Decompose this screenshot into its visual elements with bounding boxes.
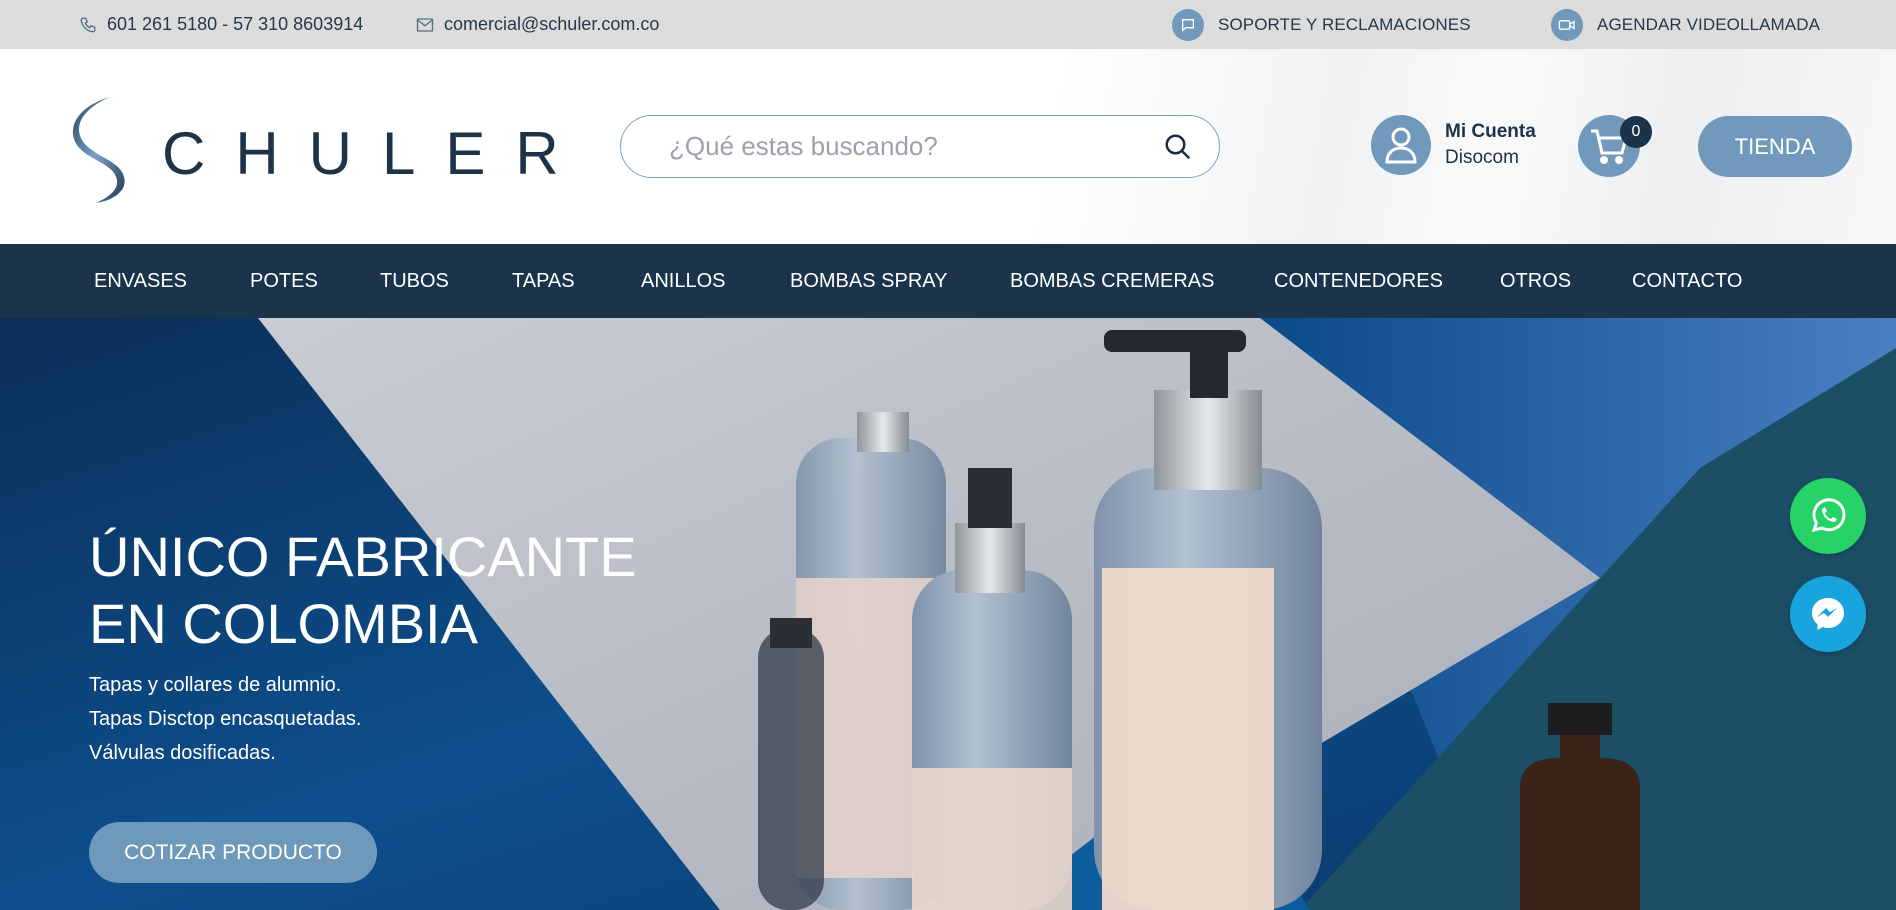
hero-features: Tapas y collares de alumnio. Tapas Disct… [89, 668, 361, 770]
phone-contact[interactable]: 601 261 5180 - 57 310 8603914 [79, 0, 363, 49]
site-header: CHULER Mi Cuenta Disocom 0 TIENDA [0, 49, 1896, 244]
nav-item-tubos[interactable]: TUBOS [380, 244, 449, 318]
support-link[interactable]: SOPORTE Y RECLAMACIONES [1172, 0, 1471, 49]
video-call-label: AGENDAR VIDEOLLAMADA [1597, 14, 1821, 34]
hero-feature-line: Tapas Disctop encasquetadas. [89, 708, 362, 730]
account-link[interactable]: Mi Cuenta Disocom [1371, 115, 1536, 175]
nav-item-otros[interactable]: OTROS [1500, 244, 1571, 318]
logo-s-mark [72, 97, 125, 203]
whatsapp-button[interactable] [1790, 478, 1866, 554]
hero-feature-line: Tapas y collares de alumnio. [89, 674, 342, 696]
nav-item-bombas-cremeras[interactable]: BOMBAS CREMERAS [1010, 244, 1214, 318]
hero-title: ÚNICO FABRICANTE EN COLOMBIA [89, 523, 637, 657]
user-icon [1371, 115, 1431, 175]
messenger-button[interactable] [1790, 576, 1866, 652]
main-nav: ENVASES POTES TUBOS TAPAS ANILLOS BOMBAS… [0, 244, 1896, 318]
support-label: SOPORTE Y RECLAMACIONES [1218, 14, 1471, 34]
cart-count-badge: 0 [1620, 116, 1652, 148]
video-icon [1551, 8, 1583, 41]
search-button[interactable] [1161, 130, 1195, 164]
schuler-logo[interactable]: CHULER [70, 95, 559, 205]
quote-product-button[interactable]: COTIZAR PRODUCTO [89, 822, 377, 883]
phone-icon [80, 17, 96, 32]
nav-item-tapas[interactable]: TAPAS [512, 244, 575, 318]
nav-item-contenedores[interactable]: CONTENEDORES [1274, 244, 1443, 318]
nav-item-envases[interactable]: ENVASES [94, 244, 187, 318]
nav-item-bombas-spray[interactable]: BOMBAS SPRAY [790, 244, 947, 318]
phone-text: 601 261 5180 - 57 310 8603914 [107, 14, 364, 34]
hero-feature-line: Válvulas dosificadas. [89, 742, 276, 764]
shop-button[interactable]: TIENDA [1698, 116, 1852, 177]
video-call-link[interactable]: AGENDAR VIDEOLLAMADA [1551, 0, 1820, 49]
search-icon [1165, 134, 1191, 160]
messenger-icon [1812, 598, 1844, 630]
email-text: comercial@schuler.com.co [444, 14, 660, 34]
chat-icon [1172, 8, 1204, 41]
account-title: Mi Cuenta [1445, 121, 1536, 142]
hero-title-line1: ÚNICO FABRICANTE [89, 525, 637, 588]
hero-banner: ÚNICO FABRICANTE EN COLOMBIA Tapas y col… [0, 318, 1896, 910]
nav-item-anillos[interactable]: ANILLOS [641, 244, 725, 318]
top-bar: 601 261 5180 - 57 310 8603914 comercial@… [0, 0, 1896, 49]
account-user: Disocom [1445, 147, 1519, 168]
mail-icon [416, 17, 434, 32]
nav-item-contacto[interactable]: CONTACTO [1632, 244, 1742, 318]
nav-item-potes[interactable]: POTES [250, 244, 318, 318]
email-contact[interactable]: comercial@schuler.com.co [416, 0, 659, 49]
hero-title-line2: EN COLOMBIA [89, 592, 478, 655]
whatsapp-icon [1811, 498, 1846, 533]
search-input[interactable] [669, 131, 1139, 162]
search-bar [620, 115, 1220, 178]
logo-wordmark: CHULER [162, 120, 589, 187]
